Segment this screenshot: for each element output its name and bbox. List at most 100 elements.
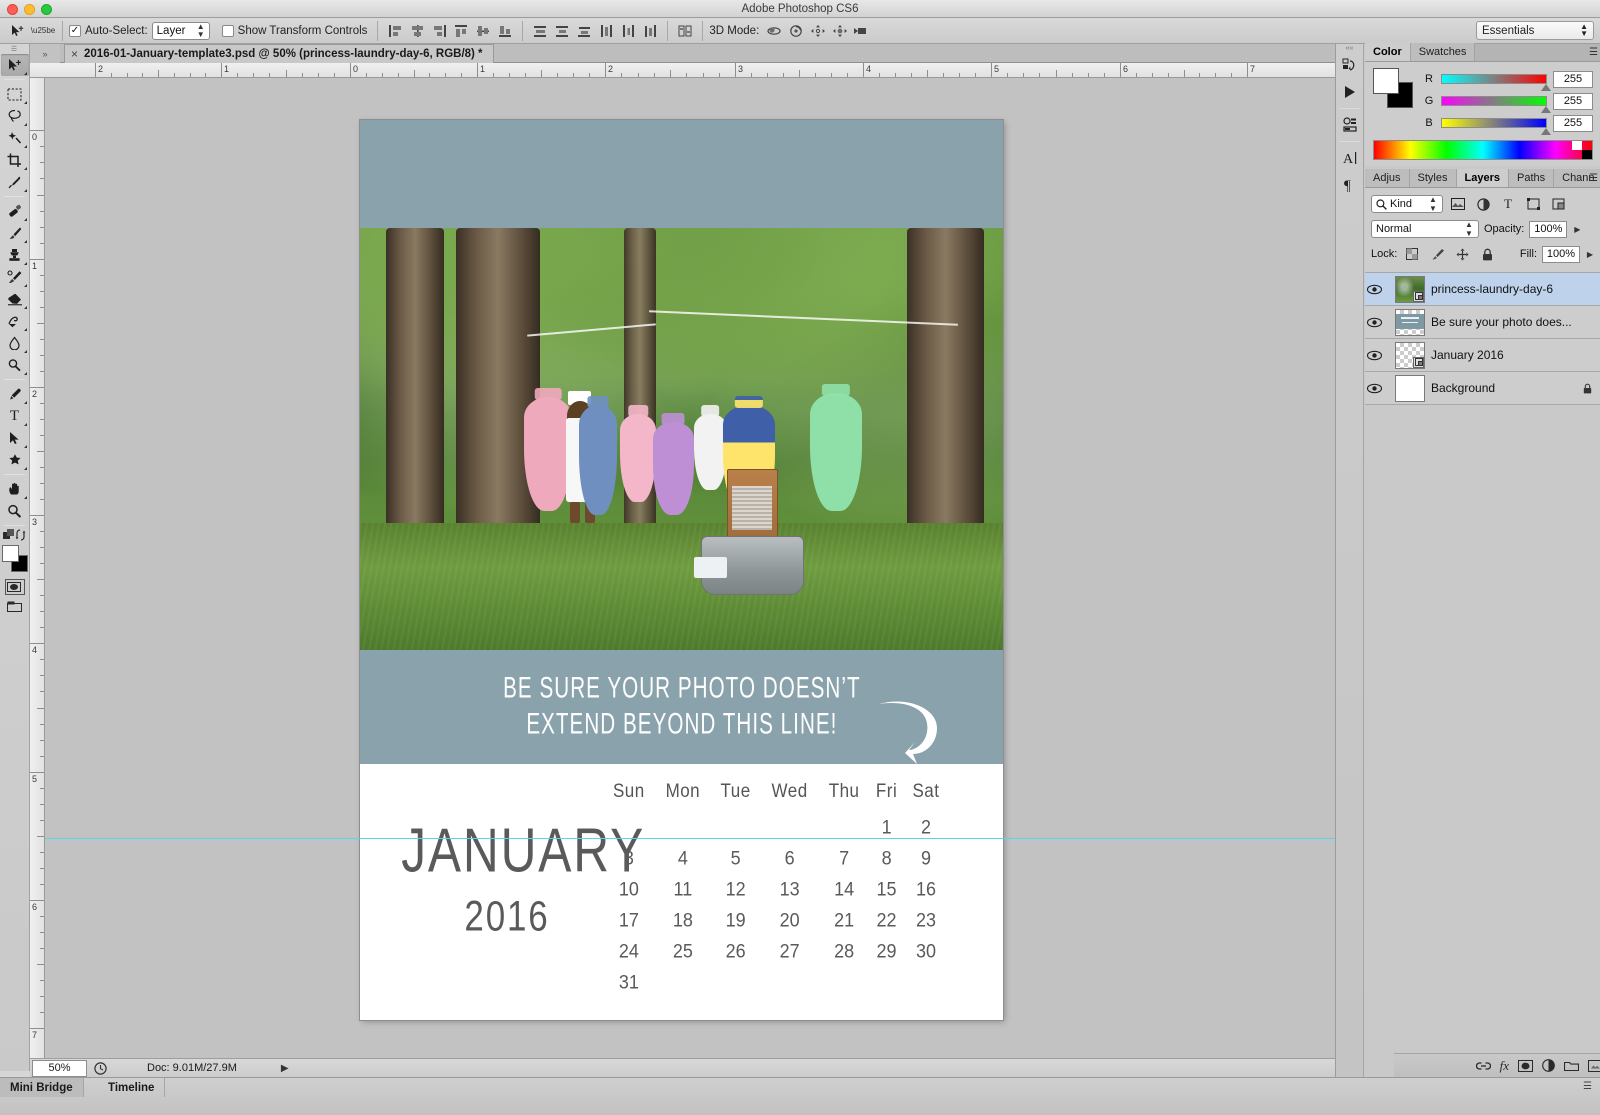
crop-tool[interactable] bbox=[1, 149, 29, 171]
distribute-bottom-edges-icon[interactable] bbox=[573, 21, 595, 41]
tab-adjustments[interactable]: Adjus bbox=[1365, 169, 1410, 187]
channel-value-r[interactable]: 255 bbox=[1553, 71, 1593, 88]
channel-value-g[interactable]: 255 bbox=[1553, 93, 1593, 110]
swap-colors-icon[interactable] bbox=[15, 529, 27, 541]
zoom-level-input[interactable]: 50% bbox=[32, 1060, 87, 1077]
gradient-tool[interactable] bbox=[1, 310, 29, 332]
align-bottom-edges-icon[interactable] bbox=[494, 21, 516, 41]
vertical-ruler[interactable]: 01234567 bbox=[30, 78, 45, 1058]
channel-slider-r[interactable] bbox=[1441, 74, 1547, 84]
white-chip[interactable] bbox=[1572, 141, 1582, 150]
tab-dock-handle[interactable]: » bbox=[30, 44, 60, 63]
dodge-tool[interactable] bbox=[1, 354, 29, 376]
tab-paths[interactable]: Paths bbox=[1509, 169, 1554, 187]
color-panel-swatches[interactable] bbox=[1373, 68, 1413, 108]
tab-styles[interactable]: Styles bbox=[1410, 169, 1457, 187]
properties-icon[interactable] bbox=[1338, 112, 1362, 138]
filter-pixel-icon[interactable] bbox=[1448, 195, 1468, 213]
custom-shape-tool[interactable] bbox=[1, 449, 29, 471]
3d-orbit-icon[interactable] bbox=[763, 21, 785, 41]
history-icon[interactable] bbox=[1338, 53, 1362, 79]
lock-image-pixels-icon[interactable] bbox=[1427, 245, 1447, 263]
eyedropper-tool[interactable] bbox=[1, 171, 29, 193]
hand-tool[interactable] bbox=[1, 478, 29, 500]
distribute-top-edges-icon[interactable] bbox=[529, 21, 551, 41]
layer-thumbnail[interactable] bbox=[1395, 342, 1425, 369]
minimize-window-button[interactable] bbox=[24, 4, 35, 15]
auto-select-checkbox[interactable]: ✓ bbox=[69, 25, 81, 37]
maximize-window-button[interactable] bbox=[41, 4, 52, 15]
align-top-edges-icon[interactable] bbox=[450, 21, 472, 41]
filter-type-icon[interactable]: T bbox=[1498, 195, 1518, 213]
paragraph-icon[interactable]: ¶ bbox=[1338, 171, 1362, 197]
layer-row-be-sure-your-photo[interactable]: Be sure your photo does... bbox=[1365, 306, 1600, 339]
close-document-icon[interactable]: × bbox=[71, 47, 78, 61]
history-brush-tool[interactable] bbox=[1, 266, 29, 288]
fill-value[interactable]: 100% bbox=[1542, 246, 1580, 263]
3d-pan-icon[interactable] bbox=[807, 21, 829, 41]
align-right-edges-icon[interactable] bbox=[428, 21, 450, 41]
screen-mode-icon[interactable] bbox=[5, 599, 25, 615]
channel-value-b[interactable]: 255 bbox=[1553, 115, 1593, 132]
foreground-color-chip[interactable] bbox=[1373, 68, 1399, 94]
align-vertical-centers-icon[interactable] bbox=[472, 21, 494, 41]
bottom-dock-menu-icon[interactable]: ☰ bbox=[1583, 1081, 1592, 1092]
close-window-button[interactable] bbox=[7, 4, 18, 15]
channel-slider-b[interactable] bbox=[1441, 118, 1547, 128]
panel-menu-icon[interactable]: ☰ bbox=[1589, 47, 1598, 58]
tool-preset-picker[interactable]: \u25be bbox=[30, 20, 56, 42]
align-left-edges-icon[interactable] bbox=[384, 21, 406, 41]
move-tool[interactable] bbox=[1, 54, 29, 76]
filter-smart-object-icon[interactable] bbox=[1548, 195, 1568, 213]
horizontal-type-tool[interactable]: T bbox=[1, 405, 29, 427]
dock-rail-grip[interactable]: «« bbox=[1336, 44, 1363, 53]
lasso-tool[interactable] bbox=[1, 105, 29, 127]
horizontal-guide[interactable] bbox=[45, 838, 1335, 839]
filter-adjustment-icon[interactable] bbox=[1473, 195, 1493, 213]
tab-swatches[interactable]: Swatches bbox=[1411, 43, 1476, 61]
show-transform-checkbox[interactable] bbox=[222, 25, 234, 37]
filter-shape-icon[interactable] bbox=[1523, 195, 1543, 213]
blend-mode-select[interactable]: Normal ▲▼ bbox=[1371, 220, 1479, 238]
bottom-tab-timeline[interactable]: Timeline bbox=[98, 1078, 165, 1097]
clone-stamp-tool[interactable] bbox=[1, 244, 29, 266]
layer-thumbnail[interactable] bbox=[1395, 375, 1425, 402]
color-swatches[interactable] bbox=[1, 545, 29, 575]
zoom-tool[interactable] bbox=[1, 500, 29, 522]
rectangular-marquee-tool[interactable] bbox=[1, 83, 29, 105]
3d-zoom-camera-icon[interactable] bbox=[851, 21, 873, 41]
distribute-vertical-centers-icon[interactable] bbox=[551, 21, 573, 41]
document-tab[interactable]: × 2016‑01‑January‑template3.psd @ 50% (p… bbox=[64, 44, 494, 63]
new-layer-icon[interactable] bbox=[1588, 1060, 1600, 1072]
layer-visibility-toggle[interactable] bbox=[1367, 383, 1389, 394]
layer-mask-icon[interactable] bbox=[1518, 1060, 1533, 1072]
layer-visibility-toggle[interactable] bbox=[1367, 317, 1389, 328]
tab-layers[interactable]: Layers bbox=[1457, 169, 1509, 187]
document-canvas[interactable]: BE SURE YOUR PHOTO DOESN’T EXTEND BEYOND… bbox=[360, 120, 1003, 1020]
path-selection-tool[interactable] bbox=[1, 427, 29, 449]
horizontal-ruler[interactable]: 2101234567 bbox=[30, 63, 1335, 78]
status-menu-arrow-icon[interactable]: ▶ bbox=[281, 1063, 289, 1074]
3d-roll-icon[interactable] bbox=[785, 21, 807, 41]
opacity-stepper-icon[interactable]: ▶ bbox=[1572, 225, 1582, 234]
brush-tool[interactable] bbox=[1, 222, 29, 244]
eraser-tool[interactable] bbox=[1, 288, 29, 310]
auto-align-layers-icon[interactable] bbox=[674, 21, 696, 41]
tab-color[interactable]: Color bbox=[1365, 43, 1411, 61]
layer-row-january-2016[interactable]: January 2016 bbox=[1365, 339, 1600, 372]
blur-tool[interactable] bbox=[1, 332, 29, 354]
opacity-value[interactable]: 100% bbox=[1529, 221, 1567, 238]
layer-style-icon[interactable]: fx bbox=[1500, 1058, 1509, 1074]
tools-panel-grip[interactable]: ☰ bbox=[0, 44, 29, 54]
layer-thumbnail[interactable] bbox=[1395, 309, 1425, 336]
distribute-right-edges-icon[interactable] bbox=[639, 21, 661, 41]
lock-all-icon[interactable] bbox=[1477, 245, 1497, 263]
black-chip[interactable] bbox=[1582, 150, 1592, 159]
workspace-selector[interactable]: Essentials ▲▼ bbox=[1476, 21, 1594, 40]
pen-tool[interactable] bbox=[1, 383, 29, 405]
layer-thumbnail[interactable] bbox=[1395, 276, 1425, 303]
new-group-icon[interactable] bbox=[1564, 1060, 1579, 1072]
edit-toolbar-icon[interactable] bbox=[3, 529, 15, 541]
bottom-tab-mini-bridge[interactable]: Mini Bridge bbox=[0, 1078, 84, 1097]
actions-play-icon[interactable] bbox=[1338, 79, 1362, 105]
